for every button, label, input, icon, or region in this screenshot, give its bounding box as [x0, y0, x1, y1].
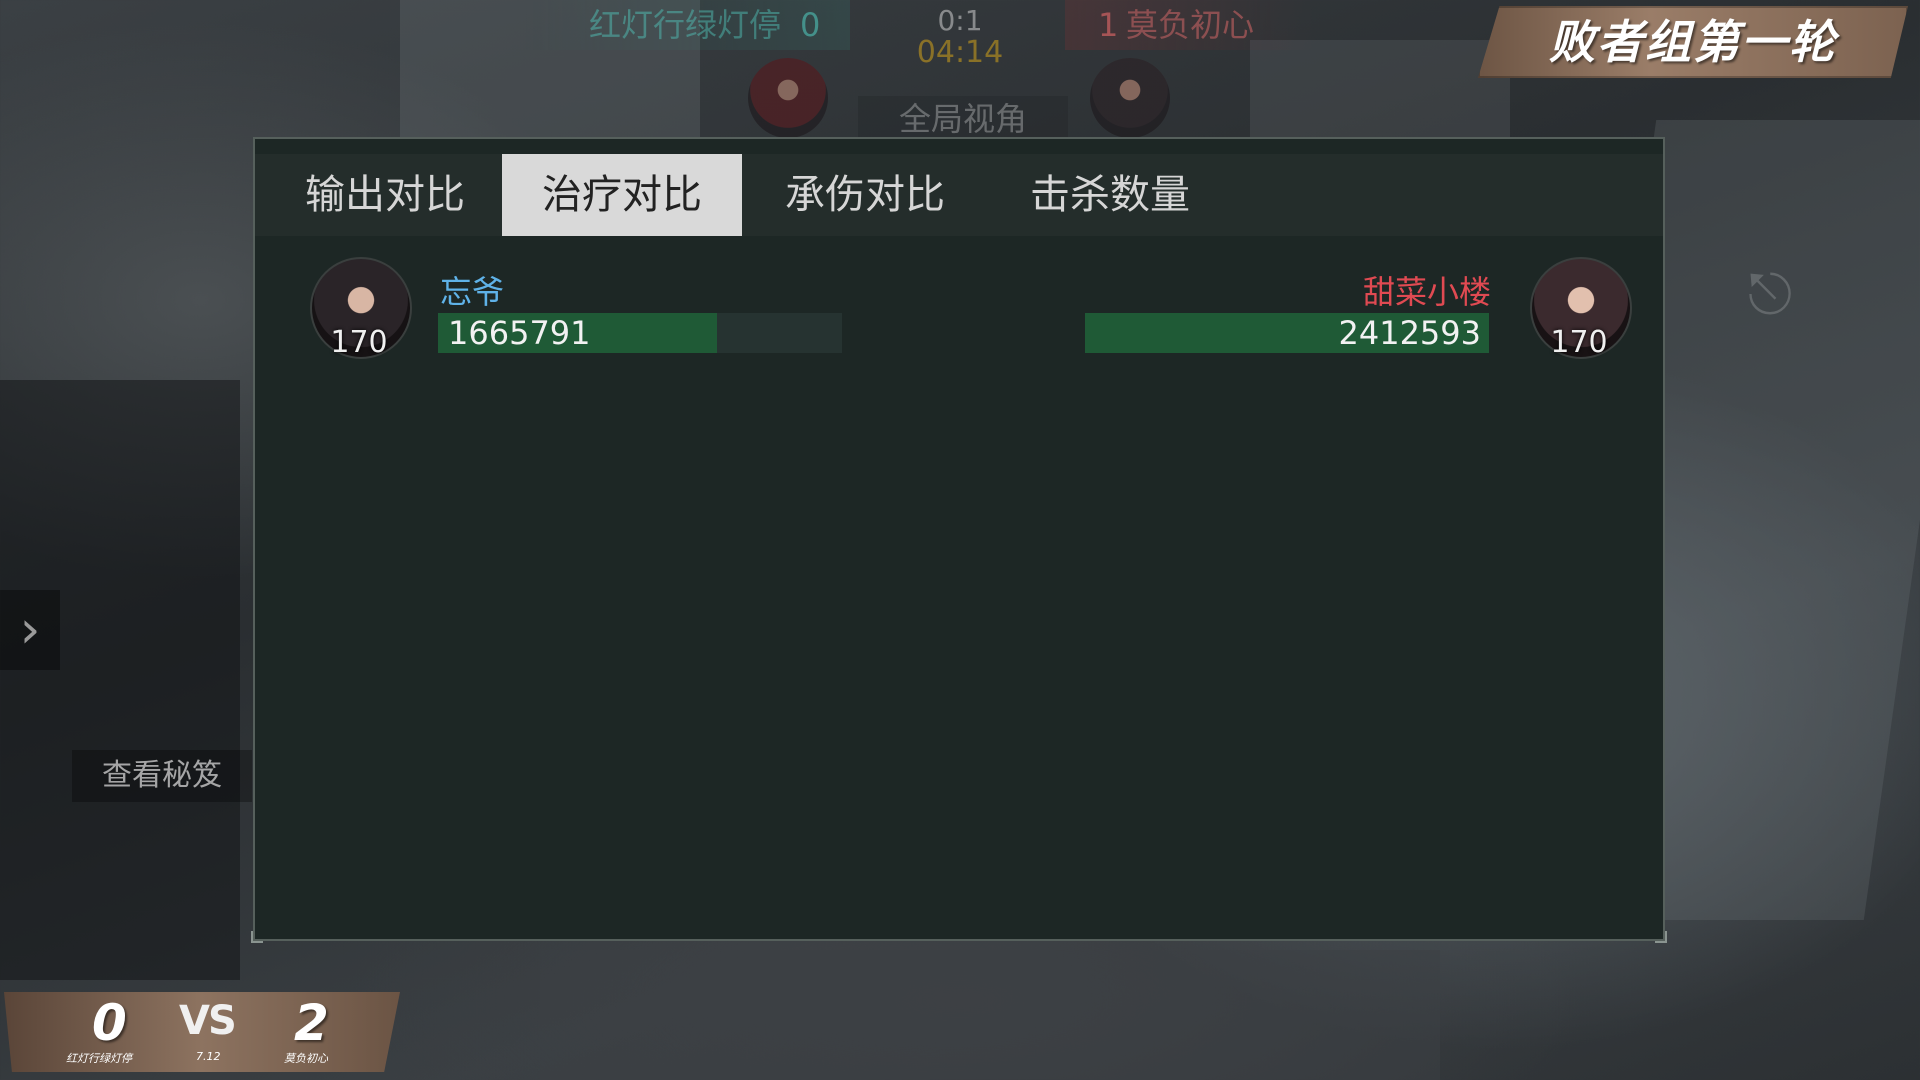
expand-arrow-icon[interactable]: › [0, 590, 60, 670]
exit-icon[interactable]: ⎋ [1735, 260, 1805, 330]
match-status: 0:1 04:14 [900, 6, 1020, 70]
round-score: 0:1 [937, 4, 983, 37]
series-left-team: 红灯行绿灯停 [66, 1052, 132, 1065]
view-cheats-button[interactable]: 查看秘笈 [72, 750, 252, 802]
top-right-team-score: 1 [1098, 6, 1119, 44]
top-right-player-avatar [1090, 58, 1170, 138]
series-scoreboard: 0 VS 2 红灯行绿灯停 7.12 莫负初心 [4, 992, 400, 1072]
round-banner-text: 败者组第一轮 [1549, 15, 1837, 69]
right-player-name: 甜菜小楼 [1362, 273, 1491, 311]
left-player-level: 170 [330, 325, 388, 360]
series-right-score: 2 [294, 994, 329, 1052]
tab-damage-taken[interactable]: 承伤对比 [745, 154, 985, 236]
top-left-player-avatar [748, 58, 828, 138]
background-scenery [540, 950, 1440, 1080]
series-date: 7.12 [196, 1050, 221, 1063]
versus-label: VS [179, 998, 237, 1044]
background-scenery [1250, 40, 1510, 140]
round-banner: 败者组第一轮 [1478, 6, 1908, 78]
left-player-value: 1665791 [448, 314, 591, 352]
series-right-team: 莫负初心 [284, 1052, 328, 1065]
match-timer: 04:14 [916, 35, 1004, 70]
right-player-bar: 2412593 [1085, 313, 1489, 353]
tab-healing[interactable]: 治疗对比 [502, 154, 742, 236]
stats-comparison-panel: 输出对比 治疗对比 承伤对比 击杀数量 170 忘爷 1665791 170 甜… [251, 137, 1667, 943]
series-left-score: 0 [92, 994, 127, 1052]
background-scenery [0, 380, 240, 980]
right-player-level: 170 [1550, 325, 1608, 360]
stats-tabs: 输出对比 治疗对比 承伤对比 击杀数量 [255, 154, 1663, 236]
left-player-bar: 1665791 [438, 313, 842, 353]
left-player-name: 忘爷 [440, 273, 505, 311]
top-left-team-score: 0 [800, 6, 821, 44]
view-mode-label[interactable]: 全局视角 [858, 96, 1068, 142]
tab-kill-count[interactable]: 击杀数量 [990, 154, 1230, 236]
right-player-value: 2412593 [1338, 314, 1481, 352]
tab-damage-output[interactable]: 输出对比 [265, 154, 505, 236]
